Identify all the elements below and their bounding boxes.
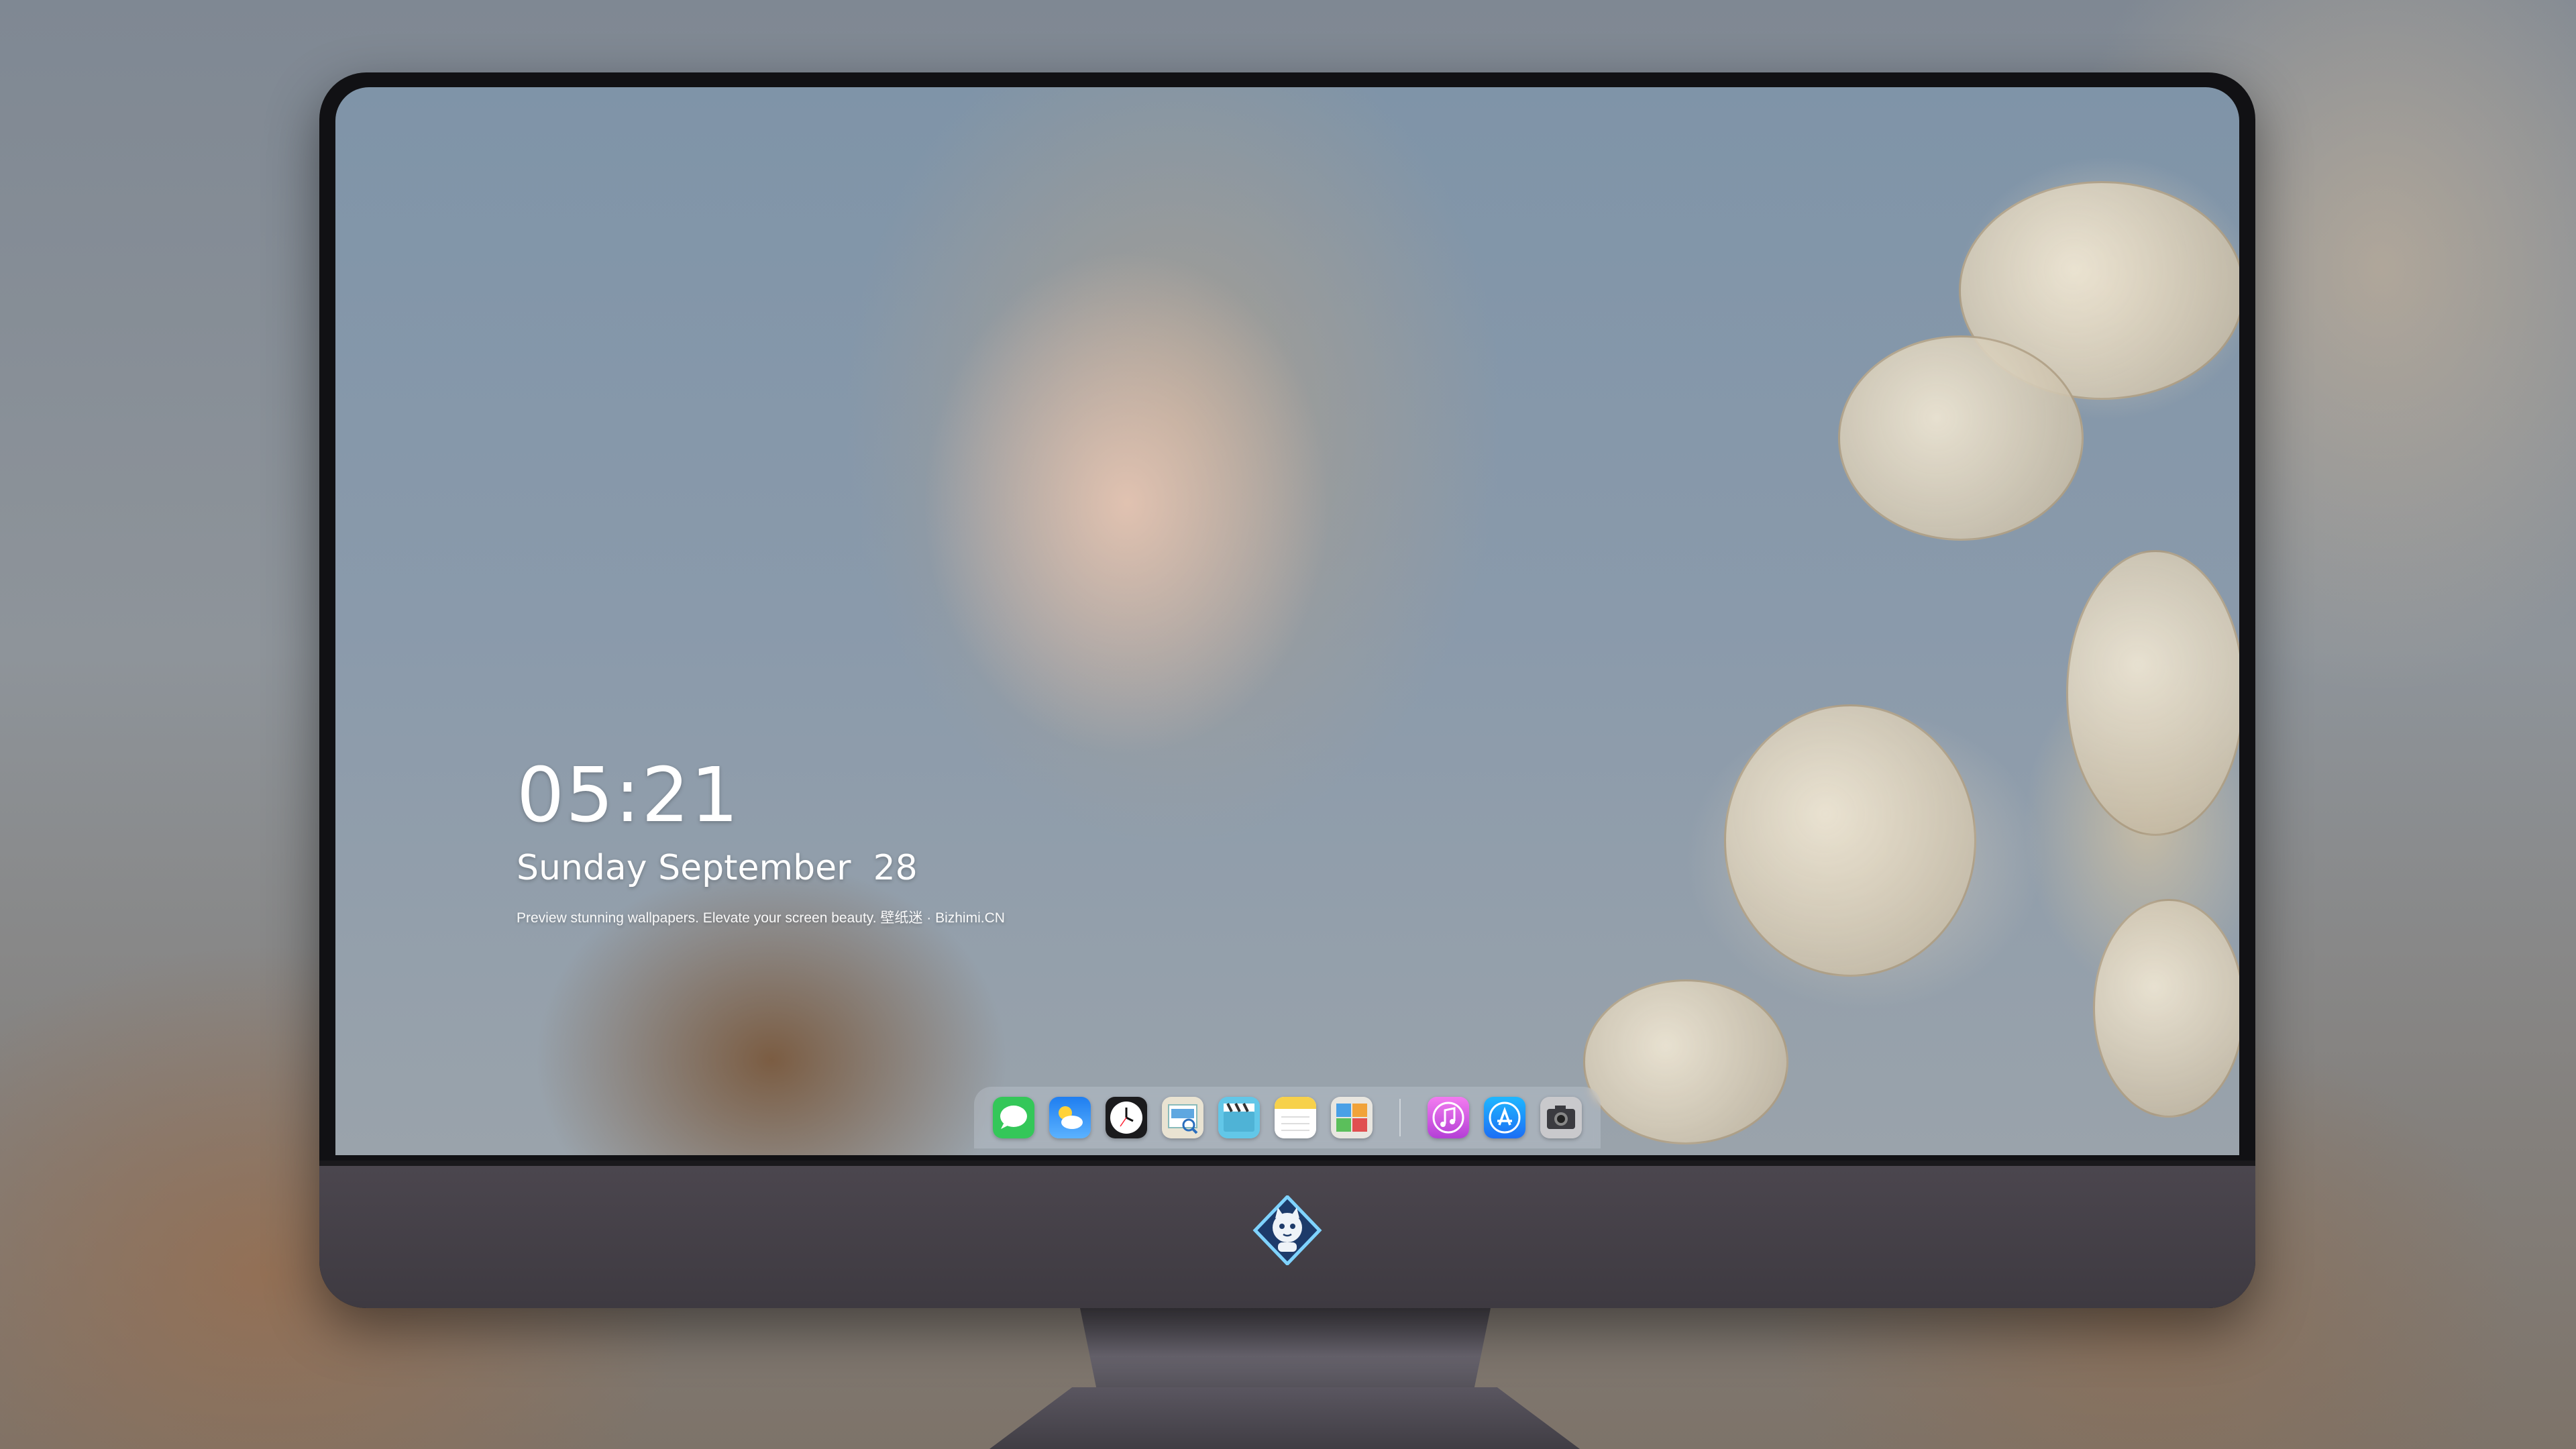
monitor: 05:21 Sunday September 28 Preview stunni…: [319, 72, 2255, 1308]
leaf-decoration: [1838, 335, 2084, 541]
notes-icon[interactable]: [1275, 1097, 1316, 1138]
app-store-icon[interactable]: [1484, 1097, 1525, 1138]
leaf-decoration: [1583, 979, 1788, 1144]
mascot-logo-icon: [1252, 1194, 1322, 1267]
leaf-decoration: [1724, 704, 1976, 977]
leaf-decoration: [2093, 899, 2239, 1118]
clips-icon[interactable]: [1218, 1097, 1260, 1138]
monitor-stand-base: [989, 1387, 1580, 1449]
monitor-stand-neck: [1080, 1308, 1491, 1389]
lockscreen-clock: 05:21 Sunday September 28 Preview stunni…: [517, 758, 1005, 927]
dock: [974, 1087, 1601, 1148]
leaf-decoration: [2066, 550, 2239, 836]
music-icon[interactable]: [1428, 1097, 1469, 1138]
wallpaper-tagline: Preview stunning wallpapers. Elevate you…: [517, 910, 1005, 926]
monitor-chin: [319, 1161, 2255, 1308]
camera-icon[interactable]: [1540, 1097, 1582, 1138]
desktop-screen: 05:21 Sunday September 28 Preview stunni…: [335, 87, 2239, 1155]
weather-icon[interactable]: [1049, 1097, 1091, 1138]
lockscreen-time: 05:21: [517, 752, 740, 839]
dock-separator: [1399, 1099, 1401, 1136]
preview-icon[interactable]: [1162, 1097, 1203, 1138]
clock-icon[interactable]: [1106, 1097, 1147, 1138]
photo-booth-icon[interactable]: [1331, 1097, 1373, 1138]
messages-icon[interactable]: [993, 1097, 1034, 1138]
lockscreen-date: Sunday September 28: [517, 848, 918, 888]
